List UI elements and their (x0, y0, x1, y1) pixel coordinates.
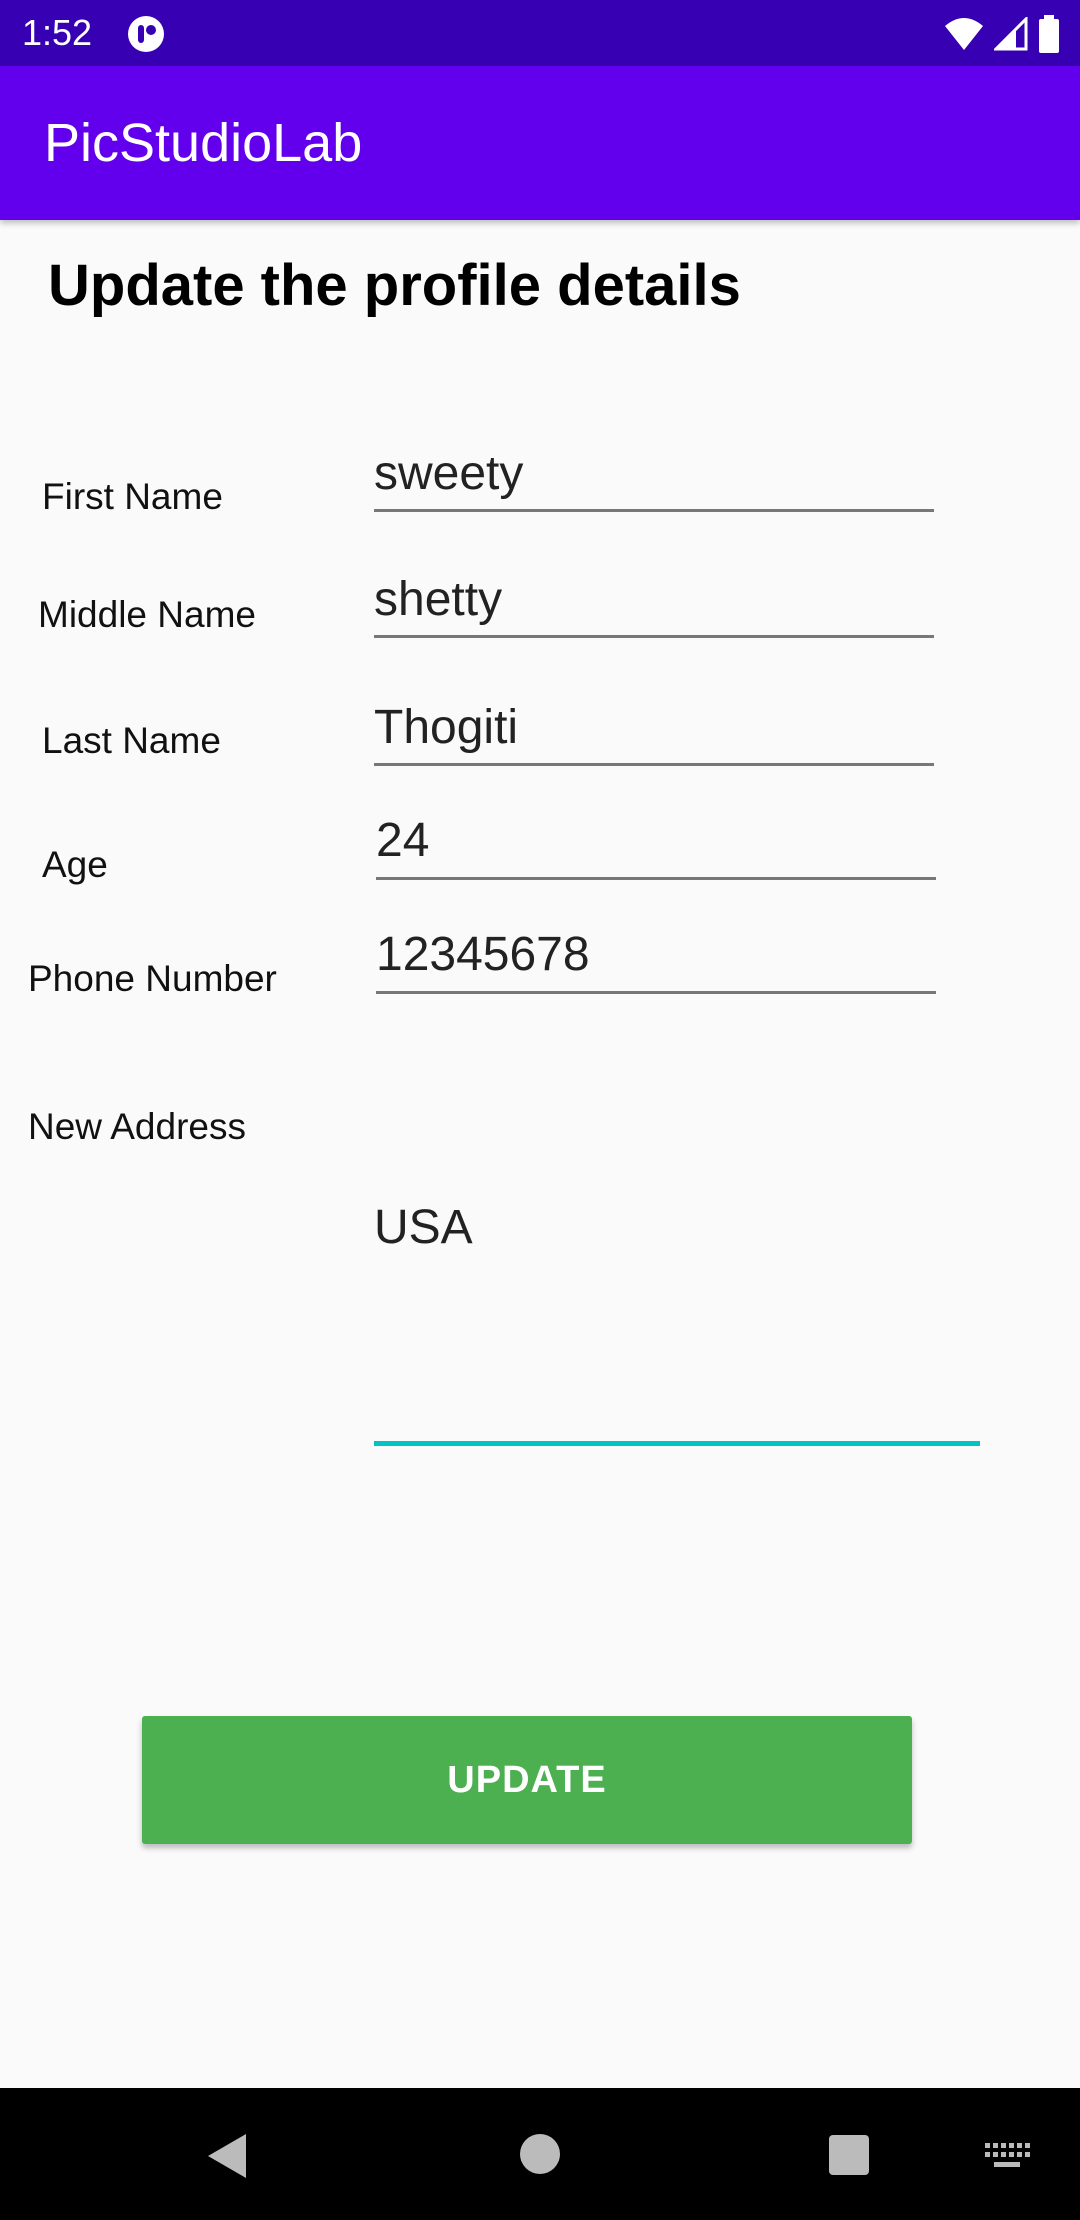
middle-name-label: Middle Name (38, 594, 256, 635)
battery-icon (1039, 15, 1059, 53)
status-bar: 1:52 (0, 0, 1080, 66)
keyboard-icon[interactable] (984, 2142, 1030, 2170)
recents-icon[interactable] (828, 2134, 870, 2176)
status-time: 1:52 (22, 12, 93, 53)
age-label: Age (42, 844, 108, 885)
phone-number-label: Phone Number (28, 958, 277, 999)
phone-number-input[interactable] (376, 918, 936, 994)
back-icon[interactable] (204, 2132, 250, 2180)
last-name-input[interactable] (374, 692, 934, 766)
page-title: Update the profile details (48, 253, 741, 318)
navigation-bar (0, 2088, 1080, 2220)
app-bar: PicStudioLab (0, 66, 1080, 220)
first-name-input[interactable] (374, 438, 934, 512)
new-address-label: New Address (28, 1106, 246, 1147)
update-button[interactable]: UPDATE (142, 1716, 912, 1844)
home-icon[interactable] (518, 2132, 562, 2176)
app-title: PicStudioLab (44, 113, 363, 173)
wifi-icon (945, 18, 983, 50)
first-name-label: First Name (42, 476, 223, 517)
age-input[interactable] (376, 804, 936, 880)
new-address-input[interactable]: USA (374, 1180, 980, 1446)
cellular-signal-icon (994, 17, 1028, 51)
last-name-label: Last Name (42, 720, 221, 761)
app-notification-icon (128, 16, 164, 52)
middle-name-input[interactable] (374, 564, 934, 638)
